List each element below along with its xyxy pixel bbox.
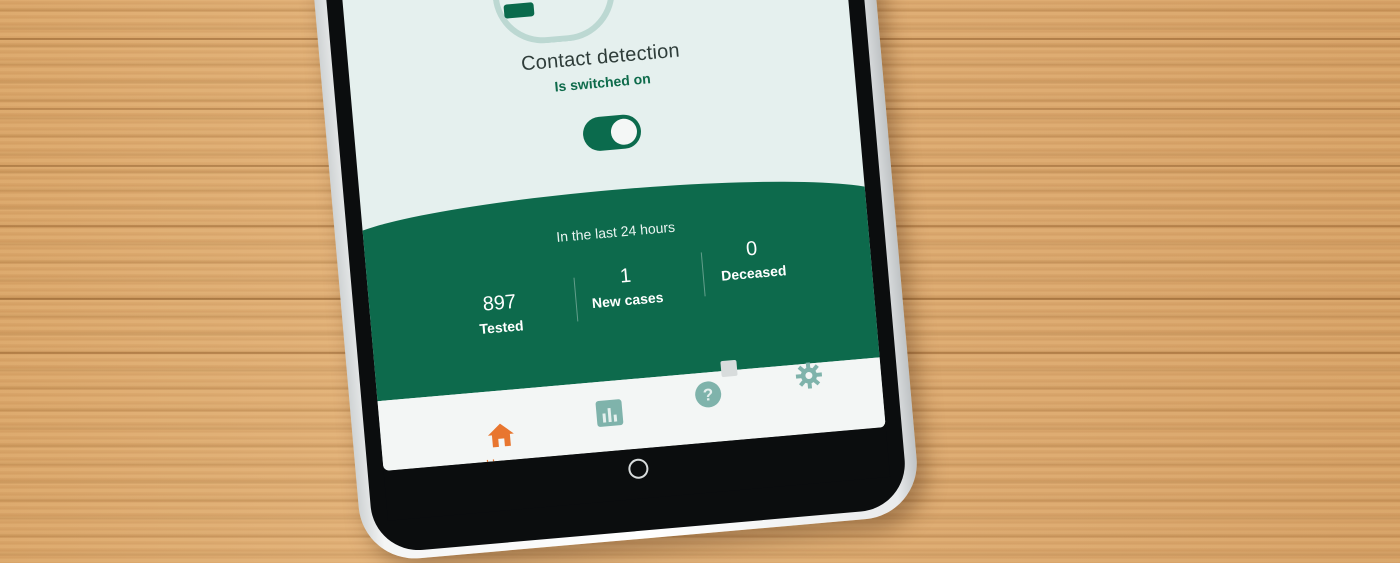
app-screen: Contact detection Is switched on In the … — [332, 0, 886, 471]
chart-icon — [595, 399, 624, 427]
hero-illustration-accent — [503, 2, 535, 19]
help-icon: ? — [695, 381, 722, 408]
home-icon — [487, 423, 514, 448]
stat-deceased: 0 Deceased — [681, 232, 824, 287]
system-recents-button[interactable] — [720, 359, 738, 378]
stat-new-cases: 1 New cases — [555, 259, 698, 314]
svg-text:?: ? — [702, 385, 714, 405]
stat-tested: 897 Tested — [429, 286, 572, 341]
contact-detection-toggle[interactable] — [581, 113, 643, 153]
gear-icon — [795, 362, 823, 389]
system-home-button[interactable] — [627, 457, 650, 480]
phone: Contact detection Is switched on In the … — [302, 0, 922, 563]
nav-item-settings[interactable] — [768, 358, 851, 398]
nav-item-statistics[interactable] — [568, 396, 651, 436]
nav-item-help[interactable]: ? — [667, 377, 750, 417]
toggle-knob — [609, 117, 639, 146]
